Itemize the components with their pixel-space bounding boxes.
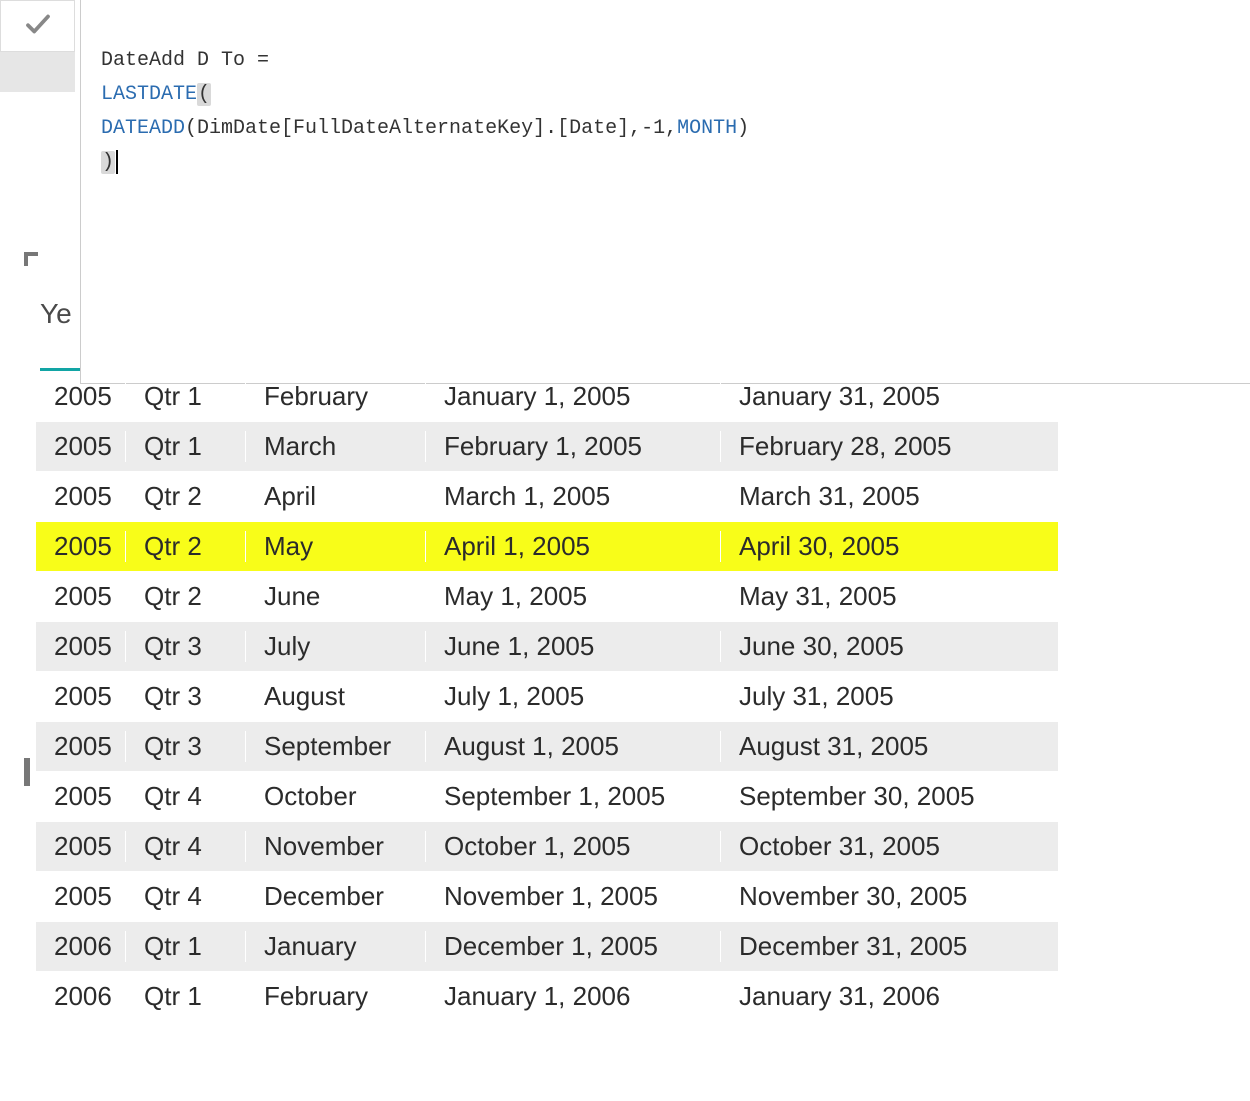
table-row[interactable]: 2006Qtr 1JanuaryDecember 1, 2005December… bbox=[36, 922, 1058, 972]
cell-month: June bbox=[246, 581, 426, 612]
cell-month: March bbox=[246, 431, 426, 462]
cell-date-to: June 30, 2005 bbox=[721, 631, 1058, 662]
formula-args: (DimDate[FullDateAlternateKey].[Date],-1… bbox=[185, 117, 677, 140]
cell-year: 2005 bbox=[36, 631, 126, 662]
table-row[interactable]: 2005Qtr 1MarchFebruary 1, 2005February 2… bbox=[36, 422, 1058, 472]
formula-fn-dateadd: DATEADD bbox=[101, 117, 185, 140]
cell-date-from: December 1, 2005 bbox=[426, 931, 721, 962]
cell-date-from: June 1, 2005 bbox=[426, 631, 721, 662]
cell-quarter: Qtr 3 bbox=[126, 681, 246, 712]
formula-line-1: DateAdd D To = bbox=[101, 49, 269, 72]
cell-date-to: February 28, 2005 bbox=[721, 431, 1058, 462]
cell-quarter: Qtr 1 bbox=[126, 981, 246, 1012]
cell-year: 2006 bbox=[36, 931, 126, 962]
column-header-year-partial[interactable]: Ye bbox=[40, 298, 80, 330]
cell-date-from: August 1, 2005 bbox=[426, 731, 721, 762]
cell-year: 2005 bbox=[36, 481, 126, 512]
table-row[interactable]: 2005Qtr 3JulyJune 1, 2005June 30, 2005 bbox=[36, 622, 1058, 672]
cell-date-to: August 31, 2005 bbox=[721, 731, 1058, 762]
table-row[interactable]: 2006Qtr 1FebruaryJanuary 1, 2006January … bbox=[36, 972, 1058, 1022]
cell-year: 2005 bbox=[36, 781, 126, 812]
cell-date-from: November 1, 2005 bbox=[426, 881, 721, 912]
table-row[interactable]: 2005Qtr 3SeptemberAugust 1, 2005August 3… bbox=[36, 722, 1058, 772]
formula-code[interactable]: DateAdd D To = LASTDATE( DATEADD(DimDate… bbox=[101, 10, 1230, 180]
cell-date-to: March 31, 2005 bbox=[721, 481, 1058, 512]
cell-month: November bbox=[246, 831, 426, 862]
formula-fn-lastdate: LASTDATE bbox=[101, 83, 197, 106]
cell-month: February bbox=[246, 381, 426, 412]
cell-quarter: Qtr 2 bbox=[126, 581, 246, 612]
cell-year: 2005 bbox=[36, 831, 126, 862]
cell-date-to: July 31, 2005 bbox=[721, 681, 1058, 712]
text-cursor bbox=[116, 150, 118, 174]
cell-month: May bbox=[246, 531, 426, 562]
cell-date-from: July 1, 2005 bbox=[426, 681, 721, 712]
cell-year: 2005 bbox=[36, 381, 126, 412]
cell-month: December bbox=[246, 881, 426, 912]
table-row[interactable]: 2005Qtr 1FebruaryJanuary 1, 2005January … bbox=[36, 372, 1058, 422]
cell-month: April bbox=[246, 481, 426, 512]
table-row[interactable]: 2005Qtr 2AprilMarch 1, 2005March 31, 200… bbox=[36, 472, 1058, 522]
cell-year: 2005 bbox=[36, 881, 126, 912]
cell-date-from: February 1, 2005 bbox=[426, 431, 721, 462]
table-row[interactable]: 2005Qtr 4DecemberNovember 1, 2005Novembe… bbox=[36, 872, 1058, 922]
commit-formula-button[interactable] bbox=[0, 0, 75, 52]
cell-quarter: Qtr 2 bbox=[126, 531, 246, 562]
cell-quarter: Qtr 4 bbox=[126, 781, 246, 812]
cell-date-to: April 30, 2005 bbox=[721, 531, 1058, 562]
column-header-underline bbox=[40, 368, 80, 371]
cell-date-to: January 31, 2006 bbox=[721, 981, 1058, 1012]
cell-quarter: Qtr 2 bbox=[126, 481, 246, 512]
cell-quarter: Qtr 3 bbox=[126, 731, 246, 762]
formula-editor[interactable]: DateAdd D To = LASTDATE( DATEADD(DimDate… bbox=[80, 0, 1250, 384]
formula-args-close: ) bbox=[737, 117, 749, 140]
cell-month: September bbox=[246, 731, 426, 762]
cell-year: 2005 bbox=[36, 731, 126, 762]
cell-quarter: Qtr 4 bbox=[126, 881, 246, 912]
cell-date-from: September 1, 2005 bbox=[426, 781, 721, 812]
cell-month: January bbox=[246, 931, 426, 962]
cell-month: October bbox=[246, 781, 426, 812]
visual-resize-handle-icon[interactable] bbox=[24, 758, 30, 786]
cell-date-from: May 1, 2005 bbox=[426, 581, 721, 612]
cell-month: August bbox=[246, 681, 426, 712]
formula-close-paren: ) bbox=[101, 151, 115, 174]
table-row[interactable]: 2005Qtr 4NovemberOctober 1, 2005October … bbox=[36, 822, 1058, 872]
cell-date-to: September 30, 2005 bbox=[721, 781, 1058, 812]
cell-date-to: January 31, 2005 bbox=[721, 381, 1058, 412]
cell-month: July bbox=[246, 631, 426, 662]
cell-date-to: October 31, 2005 bbox=[721, 831, 1058, 862]
visual-resize-corner-icon[interactable] bbox=[24, 252, 38, 266]
cell-date-to: November 30, 2005 bbox=[721, 881, 1058, 912]
cell-date-to: May 31, 2005 bbox=[721, 581, 1058, 612]
table-row[interactable]: 2005Qtr 3AugustJuly 1, 2005July 31, 2005 bbox=[36, 672, 1058, 722]
cell-quarter: Qtr 1 bbox=[126, 931, 246, 962]
cell-date-from: January 1, 2005 bbox=[426, 381, 721, 412]
cell-quarter: Qtr 4 bbox=[126, 831, 246, 862]
check-icon bbox=[23, 9, 53, 44]
cell-date-from: April 1, 2005 bbox=[426, 531, 721, 562]
table-row[interactable]: 2005Qtr 2JuneMay 1, 2005May 31, 2005 bbox=[36, 572, 1058, 622]
cell-date-from: March 1, 2005 bbox=[426, 481, 721, 512]
data-table[interactable]: 2005Qtr 1FebruaryJanuary 1, 2005January … bbox=[36, 372, 1058, 1022]
cell-month: February bbox=[246, 981, 426, 1012]
formula-open-paren: ( bbox=[197, 83, 211, 106]
cell-quarter: Qtr 1 bbox=[126, 381, 246, 412]
cell-year: 2005 bbox=[36, 681, 126, 712]
formula-gutter bbox=[0, 52, 75, 92]
cell-year: 2005 bbox=[36, 531, 126, 562]
cell-date-from: October 1, 2005 bbox=[426, 831, 721, 862]
formula-fn-month: MONTH bbox=[677, 117, 737, 140]
cell-date-from: January 1, 2006 bbox=[426, 981, 721, 1012]
table-row[interactable]: 2005Qtr 4OctoberSeptember 1, 2005Septemb… bbox=[36, 772, 1058, 822]
cell-quarter: Qtr 3 bbox=[126, 631, 246, 662]
cell-year: 2005 bbox=[36, 431, 126, 462]
cell-year: 2006 bbox=[36, 981, 126, 1012]
cell-date-to: December 31, 2005 bbox=[721, 931, 1058, 962]
cell-year: 2005 bbox=[36, 581, 126, 612]
table-row[interactable]: 2005Qtr 2MayApril 1, 2005April 30, 2005 bbox=[36, 522, 1058, 572]
cell-quarter: Qtr 1 bbox=[126, 431, 246, 462]
